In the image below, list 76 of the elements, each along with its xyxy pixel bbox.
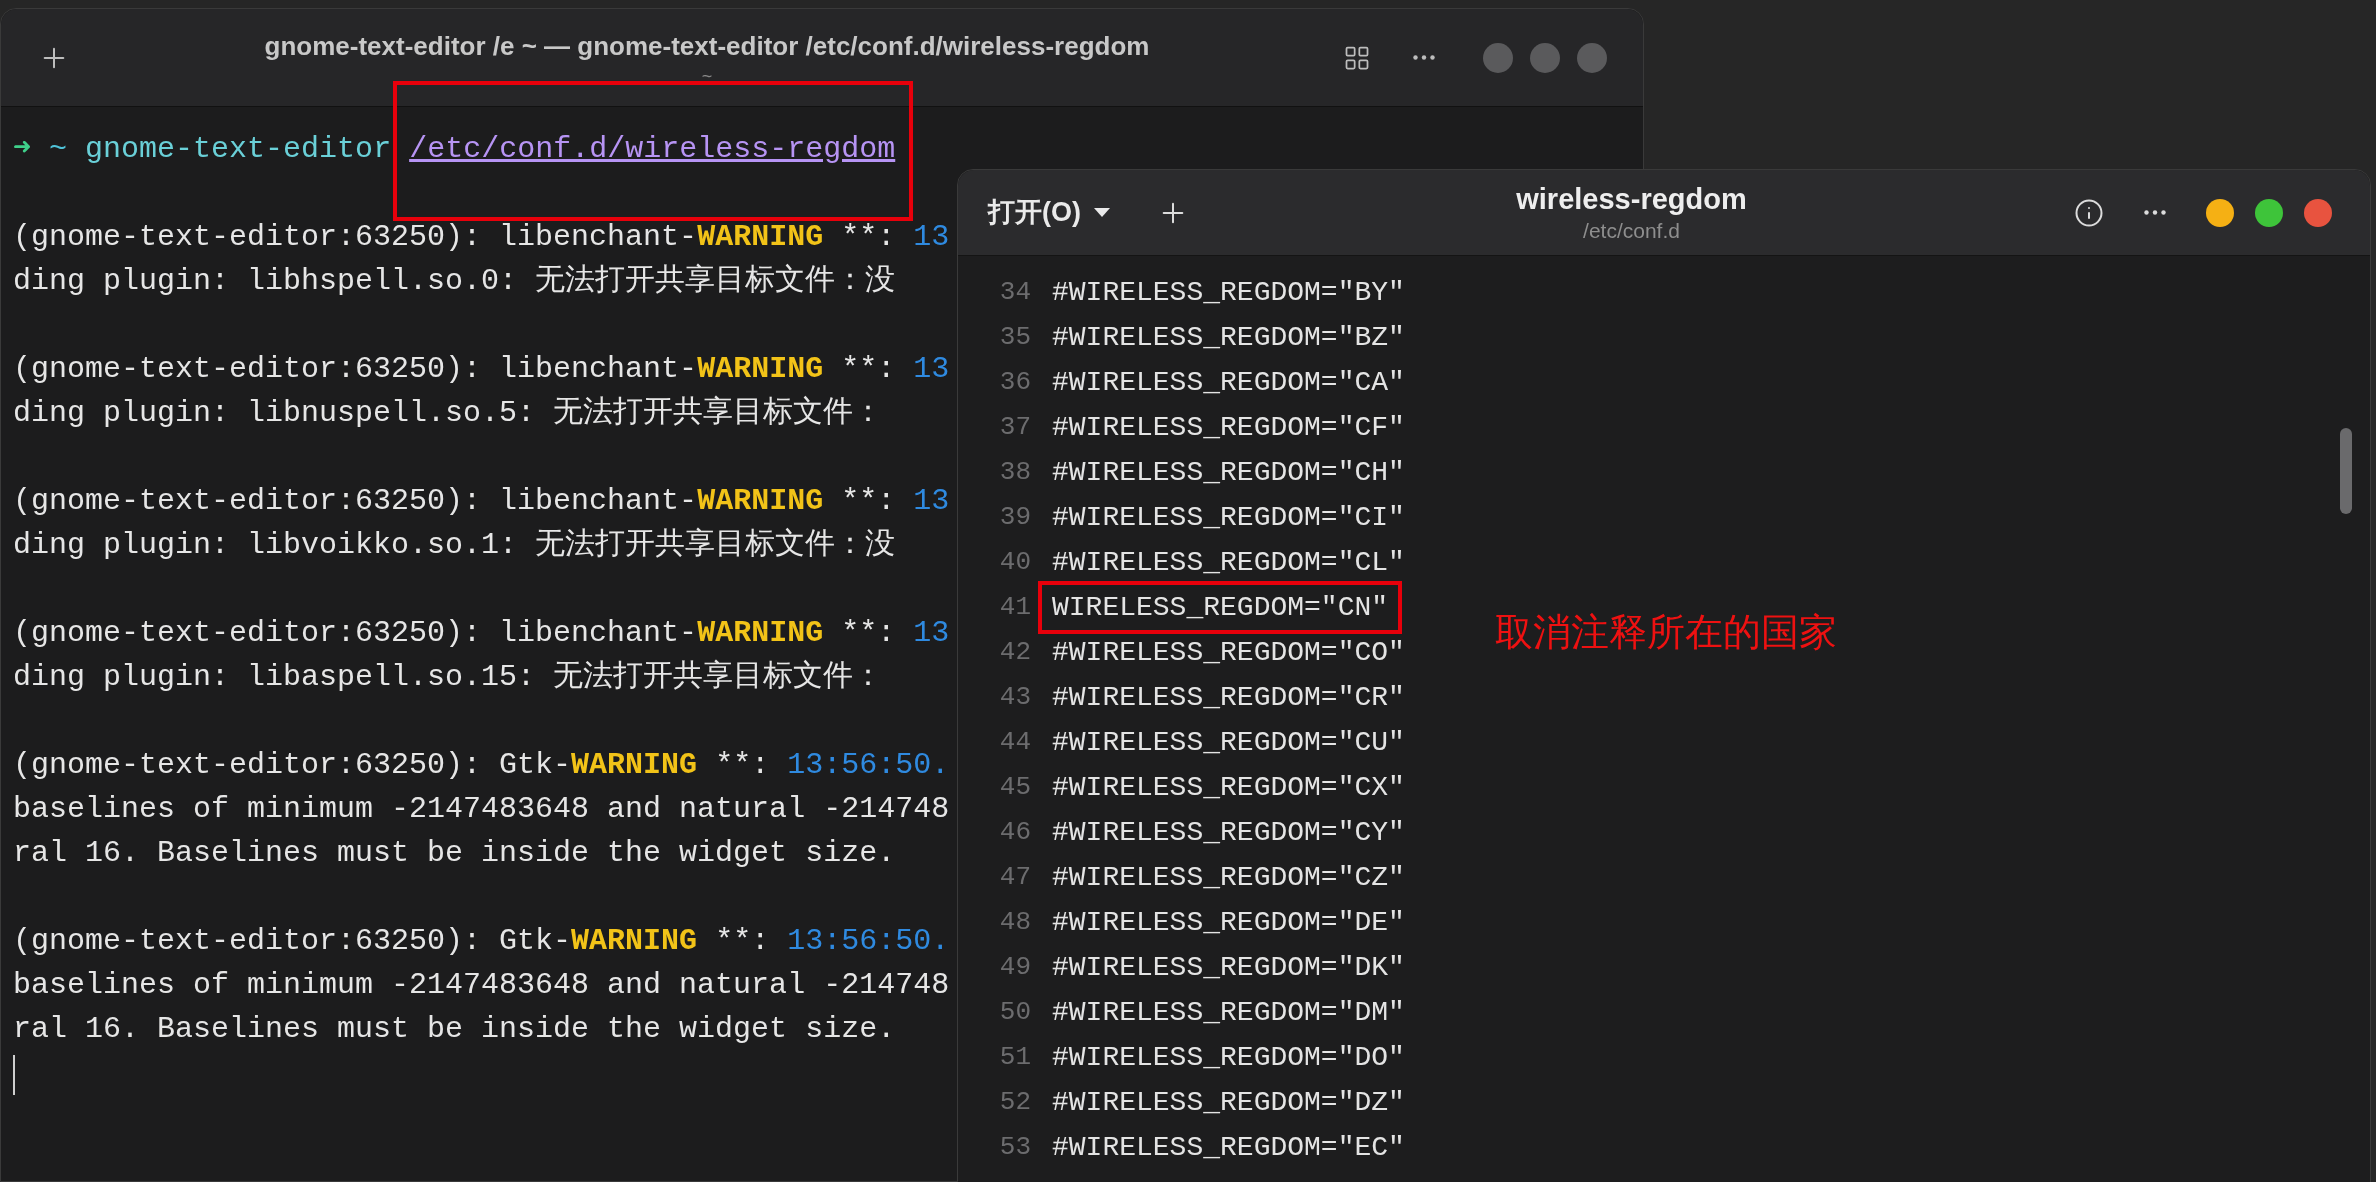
log-line: baselines of minimum -2147483648 and natural -214748 xyxy=(13,967,950,1004)
log-line: (gnome-text-editor:63250): libenchant-WARNING **: 13 xyxy=(13,219,950,256)
line-number: 46 xyxy=(998,816,1031,849)
code-line: #WIRELESS_REGDOM="CU" xyxy=(1052,727,1405,758)
more-button[interactable] xyxy=(2144,210,2166,215)
code-line: #WIRELESS_REGDOM="DE" xyxy=(1052,907,1405,938)
line-number: 44 xyxy=(998,726,1031,759)
document-title: wireless-regdom xyxy=(1516,181,1747,217)
line-number: 45 xyxy=(998,771,1031,804)
code-line: #WIRELESS_REGDOM="CY" xyxy=(1052,817,1405,848)
line-number: 38 xyxy=(998,456,1031,489)
log-line: ding plugin: libhspell.so.0: 无法打开共享目标文件：没 xyxy=(13,263,896,300)
log-line: ral 16. Baselines must be inside the widget size. xyxy=(13,1011,896,1048)
line-number: 50 xyxy=(998,996,1031,1029)
code-line: #WIRELESS_REGDOM="CH" xyxy=(1052,457,1405,488)
line-number: 47 xyxy=(998,861,1031,894)
code-line: #WIRELESS_REGDOM="DO" xyxy=(1052,1042,1405,1073)
log-line: ding plugin: libvoikko.so.1: 无法打开共享目标文件：没 xyxy=(13,527,896,564)
log-line: (gnome-text-editor:63250): Gtk-WARNING **: 13:56:50. xyxy=(13,747,950,784)
code-line: #WIRELESS_REGDOM="EC" xyxy=(1052,1132,1405,1163)
code-line: #WIRELESS_REGDOM="BZ" xyxy=(1052,322,1405,353)
line-number: 43 xyxy=(998,681,1031,714)
code-line: #WIRELESS_REGDOM="CI" xyxy=(1052,502,1405,533)
log-line: (gnome-text-editor:63250): Gtk-WARNING **: 13:56:50. xyxy=(13,923,950,960)
more-icon xyxy=(2144,210,2166,215)
code-line: #WIRELESS_REGDOM="CO" xyxy=(1052,637,1405,668)
line-number: 41 xyxy=(998,591,1031,624)
line-number: 36 xyxy=(998,366,1031,399)
line-number: 35 xyxy=(998,321,1031,354)
log-line: (gnome-text-editor:63250): libenchant-WARNING **: 13 xyxy=(13,483,950,520)
prompt-arrow: ➜ xyxy=(13,131,32,168)
more-button[interactable] xyxy=(1413,55,1435,60)
code-line: #WIRELESS_REGDOM="CX" xyxy=(1052,772,1405,803)
line-number: 40 xyxy=(998,546,1031,579)
line-number: 53 xyxy=(998,1131,1031,1164)
code-line: WIRELESS_REGDOM="CN" xyxy=(1052,592,1389,623)
line-number: 39 xyxy=(998,501,1031,534)
line-number: 52 xyxy=(998,1086,1031,1119)
line-number: 42 xyxy=(998,636,1031,669)
maximize-button[interactable] xyxy=(2255,198,2283,227)
window-title: gnome-text-editor /e ~ — gnome-text-editor /etc/conf.d/wireless-regdom xyxy=(264,29,1150,63)
code-line: #WIRELESS_REGDOM="DZ" xyxy=(1052,1087,1405,1118)
code-line: #WIRELESS_REGDOM="CR" xyxy=(1052,682,1405,713)
log-line: ding plugin: libaspell.so.15: 无法打开共享目标文件： xyxy=(13,659,884,696)
document-path: /etc/conf.d xyxy=(1583,217,1680,244)
code-line: #WIRELESS_REGDOM="CF" xyxy=(1052,412,1405,443)
line-number: 34 xyxy=(998,276,1031,309)
caret-icon xyxy=(1093,207,1111,218)
line-number: 37 xyxy=(998,411,1031,444)
log-line: baselines of minimum -2147483648 and natural -214748 xyxy=(13,791,950,828)
line-number: 49 xyxy=(998,951,1031,984)
log-line: ding plugin: libnuspell.so.5: 无法打开共享目标文件： xyxy=(13,395,884,432)
line-number: 48 xyxy=(998,906,1031,939)
prompt-directory: ~ xyxy=(49,131,68,168)
annotation-text: 取消注释所在的国家 xyxy=(1495,610,1837,655)
code-line: #WIRELESS_REGDOM="CA" xyxy=(1052,367,1405,398)
log-line: ral 16. Baselines must be inside the widget size. xyxy=(13,835,896,872)
window-subtitle: ~ xyxy=(701,64,713,87)
scrollbar-thumb[interactable] xyxy=(2340,428,2352,514)
file-path-link[interactable]: /etc/conf.d/wireless-regdom xyxy=(409,132,896,166)
line-number: 51 xyxy=(998,1041,1031,1074)
info-icon xyxy=(2074,197,2104,228)
more-icon xyxy=(1413,55,1435,60)
open-menu-button[interactable]: 打开(O) xyxy=(988,192,1111,233)
code-line: #WIRELESS_REGDOM="DK" xyxy=(1052,952,1405,983)
log-line: (gnome-text-editor:63250): libenchant-WARNING **: 13 xyxy=(13,615,950,652)
command-text: gnome-text-editor xyxy=(85,131,392,168)
log-line: (gnome-text-editor:63250): libenchant-WARNING **: 13 xyxy=(13,351,950,388)
code-line: #WIRELESS_REGDOM="CZ" xyxy=(1052,862,1405,893)
close-button[interactable] xyxy=(2304,198,2332,227)
code-line: #WIRELESS_REGDOM="BY" xyxy=(1052,277,1405,308)
code-line: #WIRELESS_REGDOM="DM" xyxy=(1052,997,1405,1028)
code-line: #WIRELESS_REGDOM="CL" xyxy=(1052,547,1405,578)
info-button[interactable] xyxy=(2074,197,2104,228)
minimize-button[interactable] xyxy=(2206,198,2234,227)
text-cursor xyxy=(13,1055,15,1095)
